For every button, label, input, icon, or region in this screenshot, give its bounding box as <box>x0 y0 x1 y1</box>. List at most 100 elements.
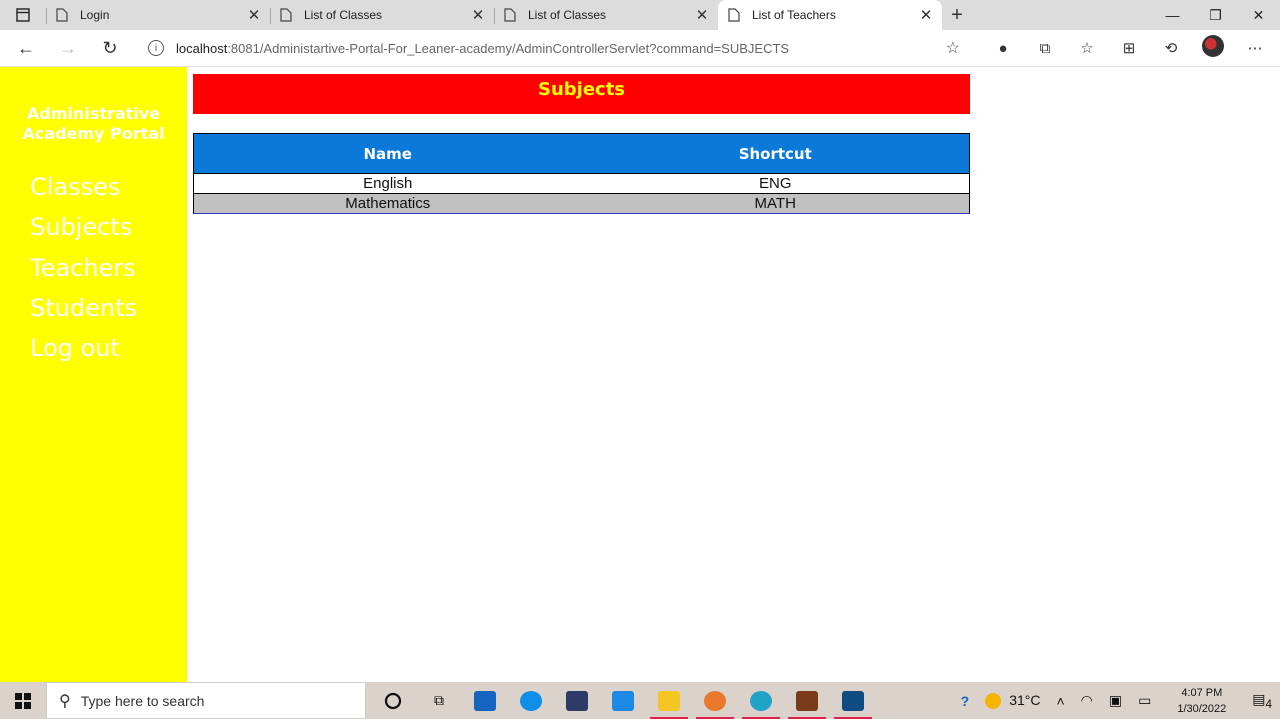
close-icon[interactable]: ✕ <box>914 6 938 24</box>
page-icon <box>56 8 68 22</box>
tab-title: Login <box>80 8 110 22</box>
opera-icon[interactable] <box>692 682 738 719</box>
clock-time: 4:07 PM <box>1181 686 1223 699</box>
column-header-name: Name <box>193 133 582 174</box>
profile-avatar[interactable] <box>1192 35 1234 61</box>
sidebar: Administrative Academy Portal Classes Su… <box>0 67 187 682</box>
sidebar-menu: Classes Subjects Teachers Students Log o… <box>30 167 137 368</box>
mail-tile <box>612 690 634 711</box>
table-header-row: Name Shortcut <box>193 133 970 174</box>
table-cell: Mathematics <box>193 193 582 214</box>
restore-icon[interactable]: ❐ <box>1194 7 1237 24</box>
sql-tile <box>842 690 864 711</box>
url-host: localhost <box>176 40 228 56</box>
avatar <box>1202 35 1224 57</box>
browser-tools: ● ⧉ ☆ ⊞ ⟲ ⋯ <box>982 30 1276 66</box>
sidebar-item-classes[interactable]: Classes <box>30 167 137 207</box>
opera-tile <box>704 690 726 711</box>
system-tray: ? 31°C ˄ ◠ ▣ ▭ 4:07 PM 1/30/2022 ▤4 <box>953 685 1280 717</box>
wifi-icon[interactable]: ◠ <box>1081 692 1093 709</box>
page-icon <box>728 8 740 22</box>
back-icon[interactable]: ← <box>5 38 47 59</box>
taskbar-apps: ⧉ <box>370 682 876 719</box>
edge-icon[interactable] <box>738 682 784 719</box>
dev-tile <box>566 690 588 711</box>
add-favorite-icon[interactable]: ☆ <box>946 38 960 58</box>
tab-separator <box>494 8 495 24</box>
battery-icon[interactable]: ▭ <box>1138 692 1151 709</box>
new-tab-icon[interactable]: + <box>942 4 972 27</box>
tab-list-of-teachers[interactable]: List of Teachers ✕ <box>718 0 942 30</box>
taskbar-search[interactable]: ⚲ Type here to search <box>46 682 366 719</box>
teamviewer-tile <box>520 690 542 711</box>
tab-login[interactable]: Login ✕ <box>46 0 270 30</box>
portal-brand: Administrative Academy Portal <box>0 104 187 144</box>
sidebar-item-students[interactable]: Students <box>30 288 137 328</box>
browser-toolbar: ← → ↻ i localhost:8081/Administartive-Po… <box>0 30 1280 67</box>
sidebar-item-logout[interactable]: Log out <box>30 328 137 368</box>
address-bar[interactable]: i localhost:8081/Administartive-Portal-F… <box>136 33 970 63</box>
file-explorer-icon[interactable] <box>646 682 692 719</box>
weather-temp: 31°C <box>1009 691 1041 708</box>
close-window-icon[interactable]: ✕ <box>1237 7 1280 24</box>
subjects-table: Name Shortcut English ENG Mathematics MA… <box>193 133 970 214</box>
search-placeholder: Type here to search <box>80 692 205 709</box>
extension-icon[interactable]: ● <box>982 40 1024 57</box>
edge-tile <box>750 690 772 711</box>
app-icon[interactable] <box>784 682 830 719</box>
tab-title: List of Classes <box>304 8 383 22</box>
table-cell: English <box>193 173 582 194</box>
windows-start-icon[interactable] <box>0 682 46 719</box>
collections-icon[interactable]: ⊞ <box>1108 39 1150 57</box>
sql-icon[interactable] <box>830 682 876 719</box>
folder-tile <box>658 690 680 711</box>
browser-tab-strip: Login ✕ List of Classes ✕ List of Classe… <box>0 0 1280 30</box>
favorites-icon[interactable]: ☆ <box>1066 39 1108 57</box>
close-icon[interactable]: ✕ <box>690 6 714 24</box>
tab-separator <box>46 8 47 24</box>
tab-actions-icon[interactable] <box>0 0 46 30</box>
puzzle-icon[interactable]: ⧉ <box>1024 40 1066 57</box>
notification-count: 4 <box>1265 697 1272 711</box>
forward-icon[interactable]: → <box>47 38 89 59</box>
dev-app-icon[interactable] <box>554 682 600 719</box>
chevron-up-icon[interactable]: ˄ <box>1056 693 1064 709</box>
close-icon[interactable]: ✕ <box>466 6 490 24</box>
history-icon[interactable]: ⟲ <box>1150 39 1192 57</box>
teamviewer-icon[interactable] <box>508 682 554 719</box>
task-view-icon[interactable]: ⧉ <box>416 682 462 719</box>
url-path: :8081/Administartive-Portal-For_Leaner-a… <box>227 40 790 56</box>
minimize-icon[interactable]: — <box>1151 7 1194 24</box>
refresh-icon[interactable]: ↻ <box>89 38 131 59</box>
windows-taskbar: ⚲ Type here to search ⧉ ? 31°C ˄ ◠ ▣ ▭ 4… <box>0 682 1280 719</box>
table-row: Mathematics MATH <box>193 193 970 214</box>
page-icon <box>280 8 292 22</box>
clock[interactable]: 4:07 PM 1/30/2022 <box>1169 685 1234 717</box>
tab-title: List of Classes <box>528 8 607 22</box>
weather-widget[interactable]: 31°C <box>985 691 1041 710</box>
more-icon[interactable]: ⋯ <box>1234 39 1276 57</box>
info-icon[interactable]: i <box>148 40 164 56</box>
tab-list-of-classes-2[interactable]: List of Classes ✕ <box>494 0 718 30</box>
sun-icon <box>985 693 1002 710</box>
cortana-icon[interactable] <box>370 682 416 719</box>
store-tile <box>474 690 496 711</box>
store-icon[interactable] <box>462 682 508 719</box>
column-header-shortcut: Shortcut <box>581 133 970 174</box>
mail-icon[interactable] <box>600 682 646 719</box>
app-tile <box>796 690 818 711</box>
page-title: Subjects <box>193 74 970 114</box>
tab-title: List of Teachers <box>752 8 836 22</box>
meet-icon[interactable]: ▣ <box>1109 692 1122 709</box>
window-controls: — ❐ ✕ <box>1151 7 1280 24</box>
sidebar-item-subjects[interactable]: Subjects <box>30 207 137 247</box>
tab-list-of-classes[interactable]: List of Classes ✕ <box>270 0 494 30</box>
sidebar-item-teachers[interactable]: Teachers <box>30 248 137 288</box>
close-icon[interactable]: ✕ <box>242 6 266 24</box>
help-icon[interactable]: ? <box>961 693 970 709</box>
page-icon <box>504 8 516 22</box>
tab-separator <box>270 8 271 24</box>
table-cell: MATH <box>581 193 970 214</box>
notification-icon[interactable]: ▤4 <box>1252 691 1272 711</box>
clock-date: 1/30/2022 <box>1177 702 1227 715</box>
